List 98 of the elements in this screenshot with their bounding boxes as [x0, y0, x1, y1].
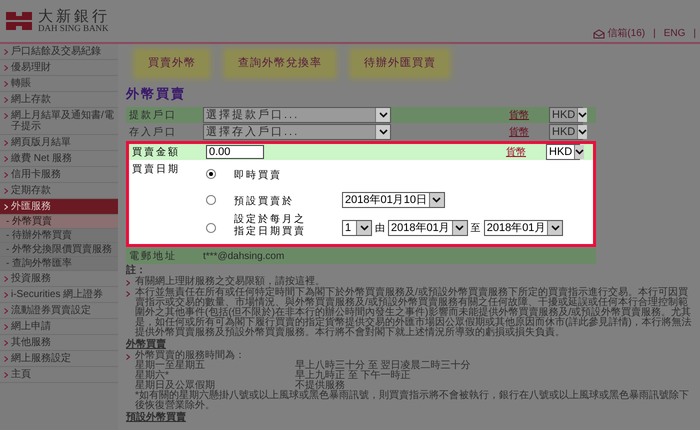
sidebar-item[interactable]: 信用卡服務 [0, 167, 118, 183]
caret-icon [375, 108, 390, 122]
hours-text: 早上九時正 至 下午一時正 [295, 371, 411, 381]
sidebar-item[interactable]: 主頁 [0, 367, 118, 383]
language-link[interactable]: ENG [664, 26, 686, 41]
sidebar-item[interactable]: 外匯服務 [0, 199, 118, 215]
sidebar-item[interactable]: 優易理財 [0, 60, 118, 76]
bullet-icon [126, 280, 130, 286]
submenu-item[interactable]: - 查詢外幣匯率 [0, 257, 118, 271]
caret-icon [375, 125, 390, 139]
field-label: 提款戶口 [129, 108, 178, 122]
chevron-icon [4, 49, 8, 55]
sidebar-item[interactable]: 流動證券買賣設定 [0, 303, 118, 319]
field-label: 電郵地址 [129, 250, 178, 264]
sidebar-item[interactable]: 網上申請 [0, 319, 118, 335]
nav-tab[interactable]: 查詢外幣兌換率 [226, 51, 334, 76]
sidebar-item[interactable]: 轉賬 [0, 76, 118, 92]
dropdown[interactable]: 選擇存入戶口... [203, 124, 391, 140]
day-label: 星期日及公眾假期 [135, 381, 215, 391]
day-label: 星期六* [135, 371, 169, 381]
sidebar-item[interactable]: 網上存款 [0, 92, 118, 108]
envelope-icon [593, 28, 606, 38]
caret-icon [452, 221, 467, 235]
nav-tab[interactable]: 買賣外幣 [136, 51, 208, 76]
currency-link[interactable]: 貨幣 [509, 108, 549, 122]
field-label: 買賣金額 [132, 146, 181, 160]
chevron-icon [4, 292, 8, 298]
from-label: 由 [375, 222, 385, 236]
sidebar-item[interactable]: 繳費 Net 服務 [0, 151, 118, 167]
note-text: 本行並無責任在所有或任何特定時間下為閣下於外幣買賣服務及/或預設外幣買賣服務下所定的買賣指示進行交易。本行可因買賣指示或交易的數量、市場情況、與外幣買賣服務及/或預設外幣買賣服務有關之任何故障、干擾或延誤或任何本行合理控制範圍外之其他事件(包括(但不限於)在非本行的辦公時間內發生之事件)影響而未能提供外幣買賣服務及/或預設外幣買賣服務。尤其是，如任何或所有可為閣下履行買賣的指定貨幣提供交易的外匯市場因公眾假期或其他原因而休市(詳此參見詳情)，本行將無法提供外幣買賣服務及預設外幣買賣服務。本行將不會對閣下就上述情況所導致的虧損或損失負責。 [135, 288, 693, 338]
caret-icon [574, 145, 584, 159]
chevron-icon [4, 81, 8, 87]
dropdown[interactable]: 2018年01月 [388, 220, 468, 236]
amount-input[interactable]: 0.00 [206, 145, 264, 159]
currency-link[interactable]: 貨幣 [506, 144, 546, 160]
caret-icon [356, 221, 371, 235]
bullet-icon [126, 354, 130, 360]
chevron-icon [4, 172, 8, 178]
chevron-icon [4, 113, 8, 119]
nav-tab[interactable]: 待辦外匯買賣 [352, 51, 448, 76]
caret-icon [577, 108, 588, 122]
bullet-icon [126, 291, 130, 297]
sidebar-item[interactable]: 網上月結單及通知書/電子提示 [0, 108, 118, 135]
footnote-text: *如有關的星期六懸掛八號或以上風球或黑色暴雨訊號，則買賣指示將不會被執行，銀行在八號或以上風球或黑色暴雨訊號除下後恢復營業除外。 [135, 391, 690, 411]
option-label: 預設買賣於 [234, 196, 295, 208]
separator: | [653, 27, 656, 41]
field-label: 買賣日期 [132, 162, 181, 177]
submenu-item[interactable]: - 外幣買賣 [0, 215, 118, 229]
sidebar-item[interactable]: i-Securities 網上證券 [0, 287, 118, 303]
bank-name: 大新銀行 [38, 8, 110, 24]
chevron-icon [4, 204, 8, 210]
chevron-icon [4, 372, 8, 378]
chevron-icon [4, 356, 8, 362]
submenu-item[interactable]: - 待辦外幣買賣 [0, 229, 118, 243]
chevron-icon [4, 188, 8, 194]
chevron-icon [4, 156, 8, 162]
sidebar-item[interactable]: 網上服務設定 [0, 351, 118, 367]
radio-button[interactable] [206, 223, 216, 233]
option-label: 設定於每月之指定日期買賣 [234, 214, 307, 238]
chevron-icon [4, 324, 8, 330]
section-heading: 預設外幣買賣 [126, 413, 187, 423]
sidebar-item[interactable]: 投資服務 [0, 271, 118, 287]
chevron-icon [4, 140, 8, 146]
hours-text: 早上八時三十分 至 翌日凌晨二時三十分 [295, 361, 471, 371]
radio-button[interactable] [206, 169, 216, 179]
to-label: 至 [470, 222, 481, 236]
separator: | [693, 27, 696, 41]
sidebar-item[interactable]: 其他服務 [0, 335, 118, 351]
chevron-icon [4, 308, 8, 314]
sidebar-item[interactable]: 網頁版月結單 [0, 135, 118, 151]
option-label: 即時買賣 [234, 170, 283, 182]
chevron-icon [4, 65, 8, 71]
chevron-icon [4, 97, 8, 103]
caret-icon [428, 193, 444, 207]
radio-button[interactable] [206, 195, 216, 205]
currency-link[interactable]: 貨幣 [509, 124, 549, 140]
dropdown[interactable]: 2018年01月10日 [342, 192, 445, 208]
sidebar-item[interactable]: 戶口結餘及交易紀錄 [0, 44, 118, 60]
section-heading: 外幣買賣 [126, 340, 166, 350]
dropdown[interactable]: 1 [342, 220, 372, 236]
dropdown[interactable]: 2018年01月 [484, 220, 564, 236]
bank-name-english: DAH SING BANK [38, 24, 110, 32]
submenu-item[interactable]: - 外幣兌換限價買賣服務 [0, 243, 118, 257]
page-title: 外幣買賣 [126, 84, 187, 102]
inbox-link[interactable]: 信箱(16) [593, 26, 646, 41]
caret-icon [577, 125, 588, 139]
notes-title: 註： [126, 266, 147, 276]
caret-icon [547, 221, 562, 235]
field-label: 存入戶口 [129, 126, 178, 140]
note-text: 外幣買賣的服務時間為： [135, 351, 246, 361]
chevron-icon [4, 276, 8, 282]
logo-icon [4, 10, 34, 32]
note-text: 有關網上理財服務之交易限額，請按這裡。 [135, 277, 325, 287]
email-address: t***@dahsing.com [203, 250, 284, 264]
day-label: 星期一至星期五 [135, 361, 206, 371]
hours-text: 不提供服務 [295, 381, 345, 391]
dropdown[interactable]: 選擇提款戶口... [203, 107, 391, 123]
chevron-icon [4, 340, 8, 346]
